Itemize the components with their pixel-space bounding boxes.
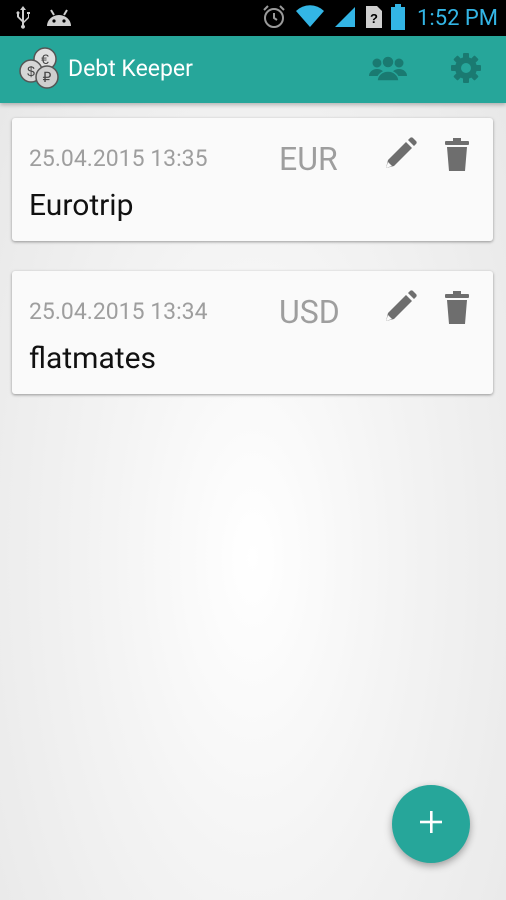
add-list-button[interactable]	[392, 785, 470, 863]
svg-text:₽: ₽	[43, 69, 52, 85]
app-title: Debt Keeper	[68, 55, 193, 82]
pencil-icon	[382, 289, 418, 329]
settings-button[interactable]	[442, 48, 490, 92]
sim-unknown-icon: ?	[365, 5, 383, 33]
plus-icon	[418, 809, 444, 839]
app-bar: € $ ₽ Debt Keeper	[0, 36, 506, 103]
wifi-icon	[295, 5, 325, 33]
trash-icon	[444, 291, 470, 329]
edit-button[interactable]	[380, 289, 420, 329]
card-currency: EUR	[279, 140, 338, 178]
usb-icon	[14, 5, 32, 33]
debt-list-card[interactable]: 25.04.2015 13:35 EUR Eurotrip	[12, 118, 493, 241]
edit-button[interactable]	[380, 136, 420, 176]
trash-icon	[444, 138, 470, 176]
battery-icon	[391, 4, 406, 34]
android-icon	[44, 6, 74, 32]
card-currency: USD	[279, 293, 340, 331]
delete-button[interactable]	[440, 138, 474, 176]
signal-icon	[333, 5, 357, 33]
status-bar: ? 1:52 PM	[0, 0, 506, 36]
card-name: flatmates	[29, 341, 157, 376]
svg-text:€: €	[41, 51, 49, 67]
svg-text:$: $	[27, 63, 35, 79]
settings-icon	[450, 52, 482, 88]
alarm-icon	[261, 4, 287, 34]
delete-button[interactable]	[440, 291, 474, 329]
svg-text:?: ?	[370, 11, 378, 26]
coins-logo-icon: € $ ₽	[18, 46, 62, 90]
pencil-icon	[382, 136, 418, 176]
card-date: 25.04.2015 13:35	[29, 145, 208, 172]
card-date: 25.04.2015 13:34	[29, 298, 208, 325]
status-time: 1:52 PM	[417, 6, 498, 31]
debt-list-card[interactable]: 25.04.2015 13:34 USD flatmates	[12, 271, 493, 394]
group-button[interactable]	[362, 50, 414, 90]
card-name: Eurotrip	[29, 188, 134, 223]
group-icon	[368, 54, 408, 86]
